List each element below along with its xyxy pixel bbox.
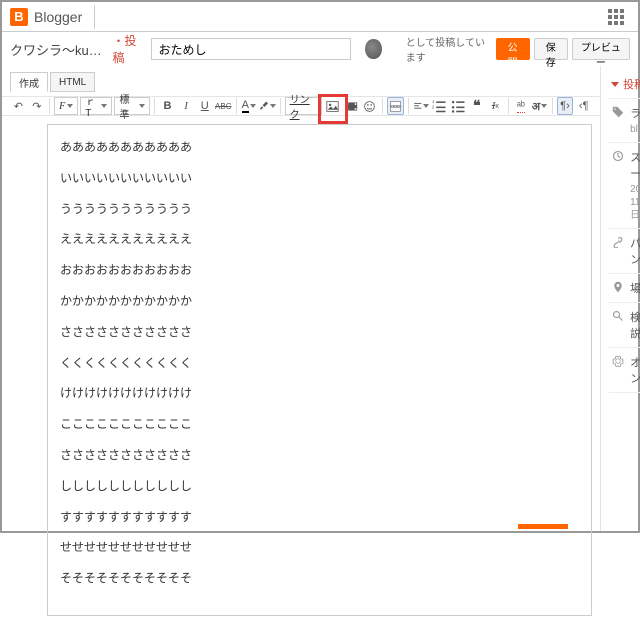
editor-line: あああああああああああ — [60, 139, 579, 156]
editor-line: そそそそそそそそそそそ — [60, 570, 579, 587]
image-icon[interactable] — [324, 97, 341, 115]
emoji-icon[interactable] — [361, 97, 378, 115]
editor-content[interactable]: あああああああああああいいいいいいいいいいいうううううううううううえええええええ… — [47, 124, 592, 616]
editor-line: さささささささささささ — [60, 324, 579, 341]
sidebar-item-permalink[interactable]: パーマリンク — [609, 228, 640, 273]
redo-icon[interactable]: ↷ — [29, 97, 46, 115]
schedule-value: 2018/03/13 11:30日本標準時 — [630, 183, 640, 222]
options-label: オプション — [630, 354, 640, 386]
preview-button[interactable]: プレビュー — [572, 38, 630, 60]
editor-line: いいいいいいいいいいい — [60, 170, 579, 187]
sidebar-item-options[interactable]: オプション — [609, 347, 640, 393]
svg-text:2: 2 — [432, 104, 435, 109]
caret-down-icon — [611, 82, 619, 87]
save-button[interactable]: 保存 — [534, 38, 568, 60]
sidebar-item-schedule[interactable]: スケジュール 2018/03/13 11:30日本標準時 — [609, 142, 640, 228]
ltr-icon[interactable]: ¶› — [557, 97, 574, 115]
search-icon — [611, 309, 624, 322]
spellcheck-icon[interactable]: ᵃᵇ — [513, 97, 530, 115]
gear-icon — [611, 354, 624, 367]
underline-button[interactable]: U — [196, 97, 213, 115]
editor-line: おおおおおおおおおおお — [60, 262, 579, 279]
numbered-list-icon[interactable]: 12 — [431, 97, 448, 115]
posting-as-text: として投稿しています — [406, 34, 486, 64]
loading-indicator — [518, 524, 568, 529]
tag-icon — [611, 105, 624, 118]
publish-button[interactable]: 公開 — [496, 38, 530, 60]
heading-select[interactable]: 標準 — [114, 97, 150, 115]
link-button[interactable]: リンク — [285, 97, 323, 115]
editor-line: こここここここここここ — [60, 416, 579, 433]
user-avatar[interactable] — [365, 39, 381, 59]
location-icon — [611, 280, 624, 293]
editor-line: くくくくくくくくくくく — [60, 355, 579, 372]
apps-icon[interactable] — [608, 9, 624, 25]
editor-line: せせせせせせせせせせせ — [60, 539, 579, 556]
font-size-select[interactable]: ｒT — [80, 97, 112, 115]
clock-icon — [611, 149, 624, 162]
highlight-button[interactable] — [259, 97, 276, 115]
rtl-icon[interactable]: ‹¶ — [575, 97, 592, 115]
transliteration-icon[interactable]: अ — [531, 97, 548, 115]
post-breadcrumb[interactable]: ・投稿 — [113, 32, 142, 66]
tab-compose[interactable]: 作成 — [10, 72, 48, 92]
schedule-label: スケジュール — [630, 149, 640, 181]
link-icon — [611, 235, 624, 248]
brand-name: Blogger — [34, 9, 82, 25]
editor-line: えええええええええええ — [60, 231, 579, 248]
editor-line: すすすすすすすすすすす — [60, 509, 579, 526]
video-icon[interactable] — [343, 97, 360, 115]
strikethrough-button[interactable]: ABC — [215, 97, 232, 115]
editor-line: ししししししししししし — [60, 478, 579, 495]
undo-icon[interactable]: ↶ — [10, 97, 27, 115]
bullet-list-icon[interactable] — [450, 97, 467, 115]
quote-icon[interactable]: ❝ — [468, 97, 485, 115]
editor-line: けけけけけけけけけけけ — [60, 385, 579, 402]
text-color-button[interactable]: A — [241, 97, 258, 115]
sidebar-item-location[interactable]: 場所 — [609, 273, 640, 302]
font-family-select[interactable]: F — [54, 97, 78, 115]
remove-format-icon[interactable]: Ix — [487, 97, 504, 115]
sidebar-item-labels[interactable]: ラベル blogger — [609, 98, 640, 142]
align-button[interactable] — [413, 97, 430, 115]
bold-button[interactable]: B — [159, 97, 176, 115]
blogger-logo: B — [10, 8, 28, 26]
header-separator — [94, 5, 95, 29]
editor-line: さささささささささささ — [60, 447, 579, 464]
editor-line: ううううううううううう — [60, 201, 579, 218]
location-label: 場所 — [630, 280, 640, 296]
editor-line: かかかかかかかかかかか — [60, 293, 579, 310]
labels-label: ラベル — [630, 105, 640, 121]
italic-button[interactable]: I — [178, 97, 195, 115]
labels-value: blogger — [630, 123, 640, 136]
tab-html[interactable]: HTML — [50, 72, 95, 92]
blog-name[interactable]: クワシラ～kuwash... — [10, 40, 107, 59]
post-title-input[interactable] — [151, 38, 351, 60]
permalink-label: パーマリンク — [630, 235, 640, 267]
search-desc-label: 検索向け説明 — [630, 309, 640, 341]
sidebar-title[interactable]: 投稿の設定 — [609, 72, 640, 98]
sidebar-item-search-desc[interactable]: 検索向け説明 — [609, 302, 640, 347]
jump-break-icon[interactable] — [387, 97, 404, 115]
